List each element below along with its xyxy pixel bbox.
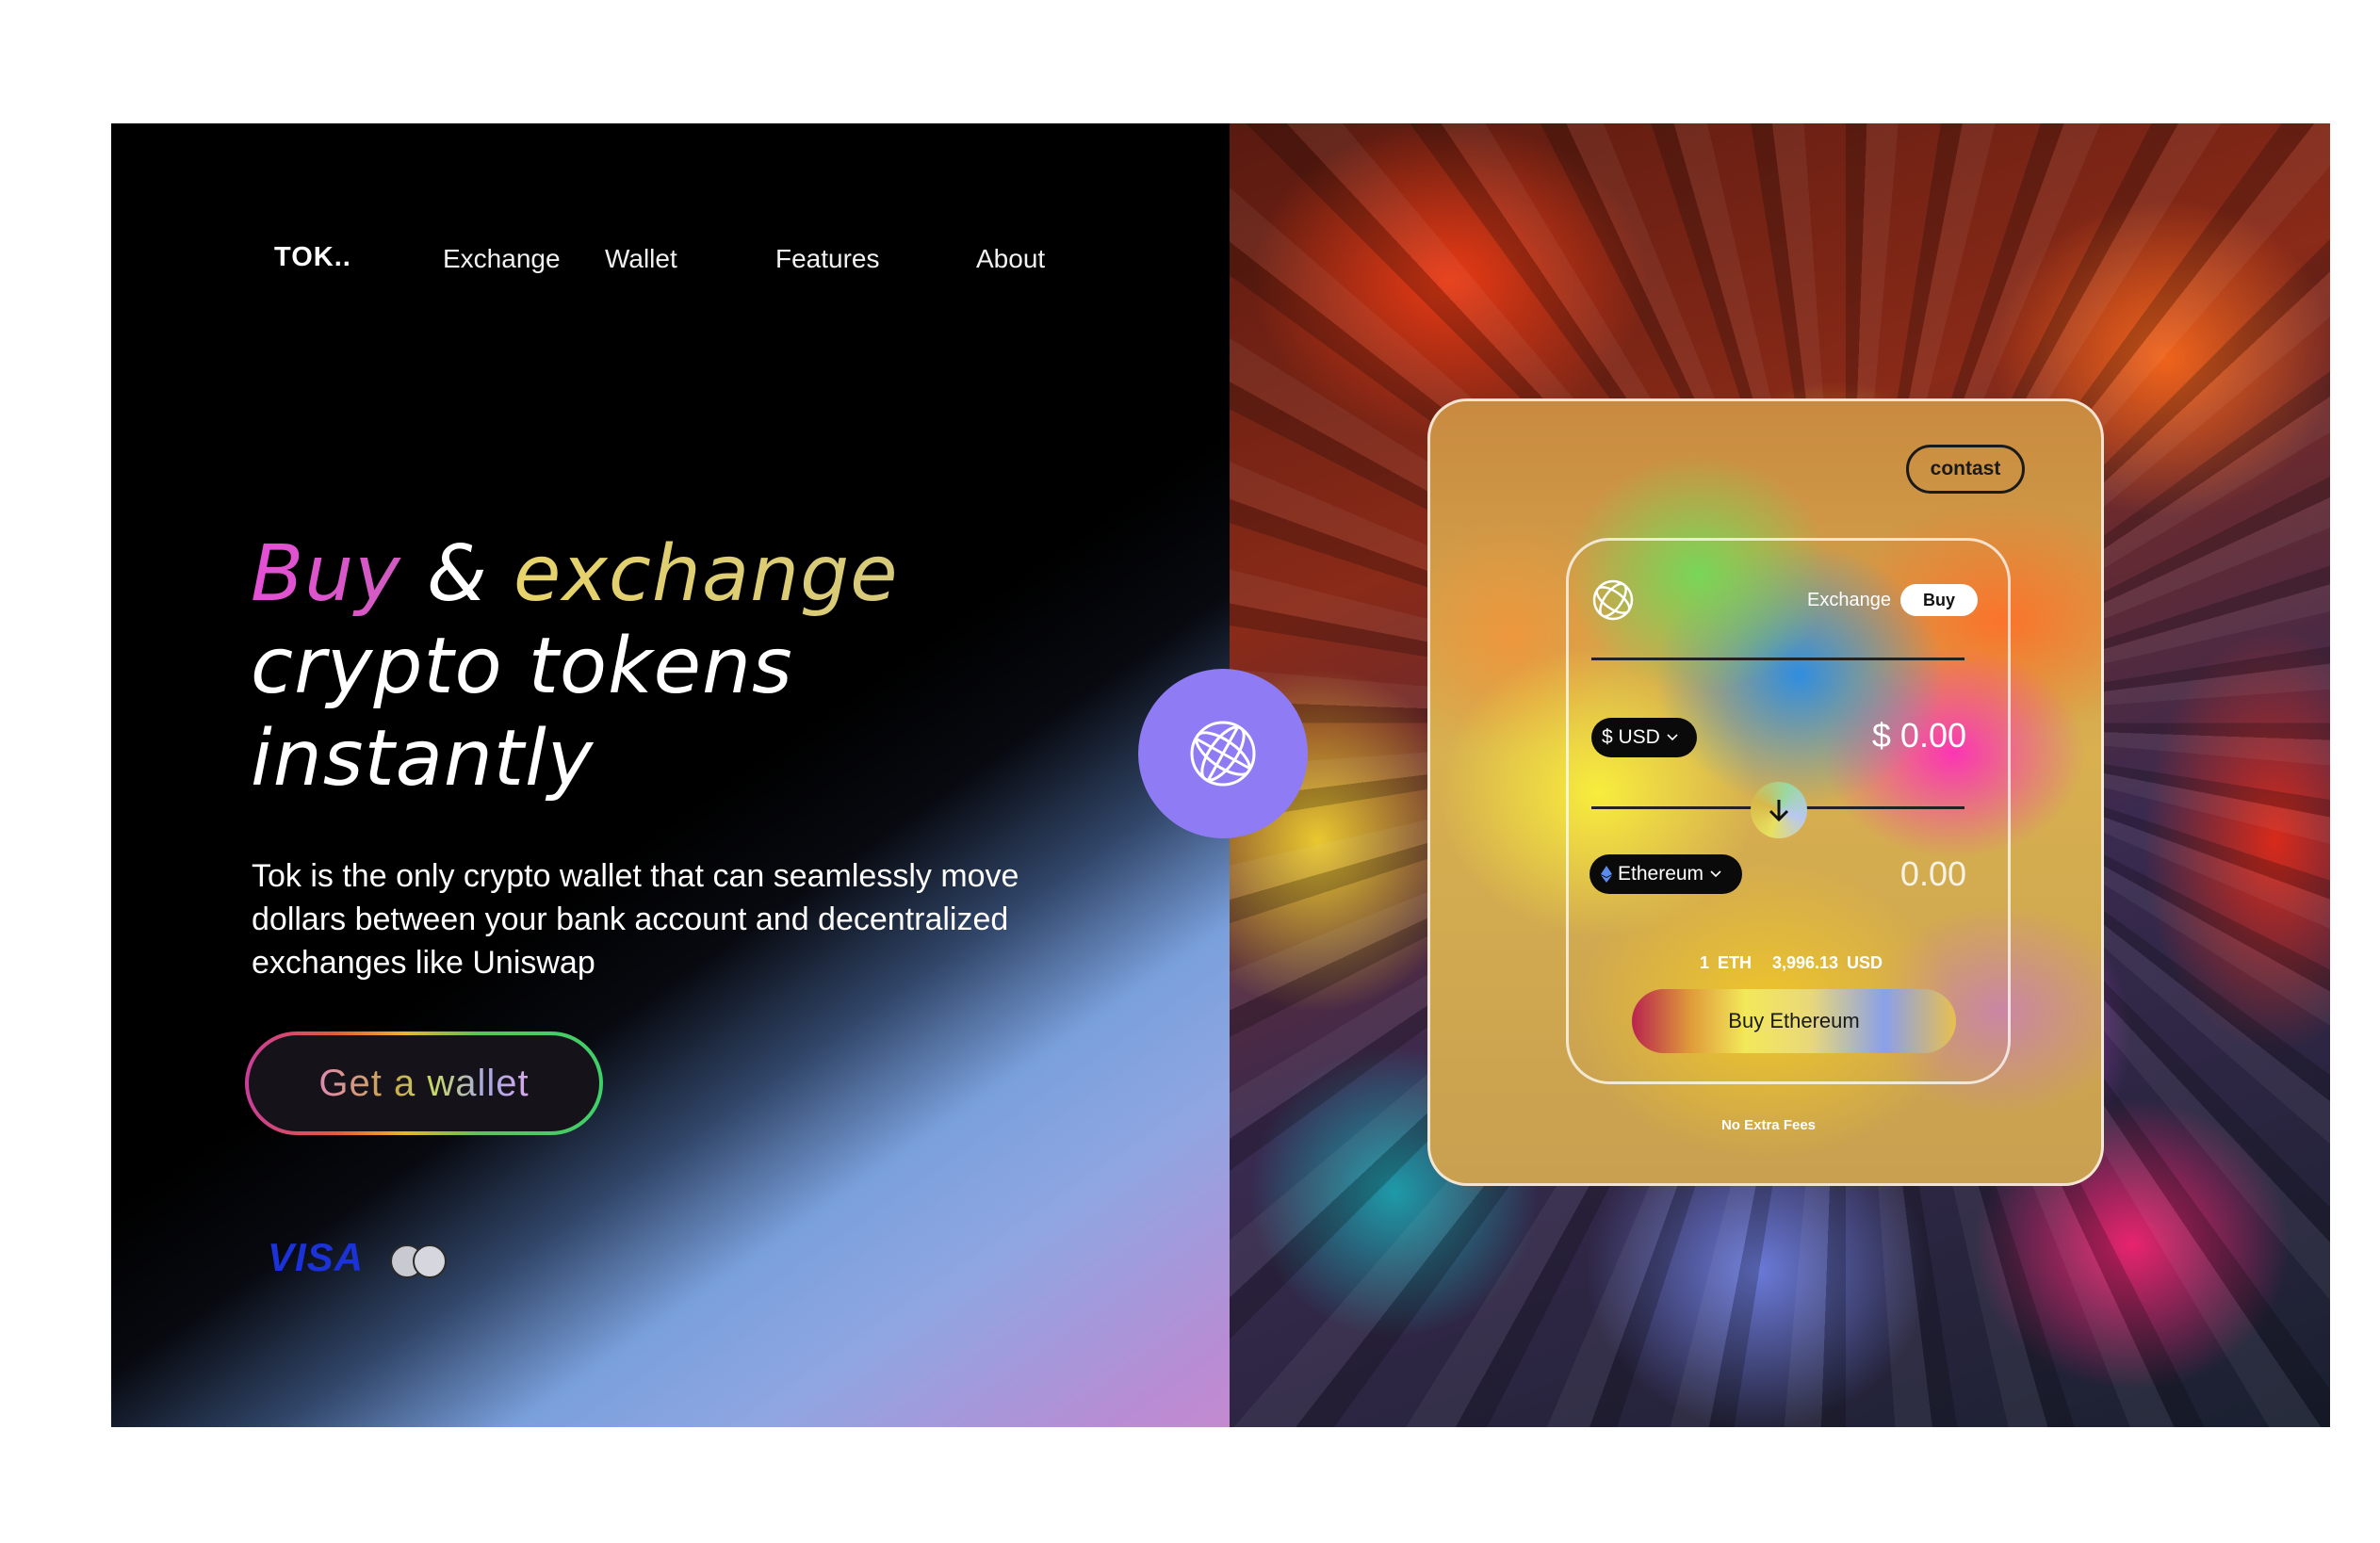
chevron-down-icon <box>1710 870 1721 878</box>
chevron-down-icon <box>1667 734 1678 741</box>
headline-buy: Buy <box>251 529 401 619</box>
amount-from-input[interactable]: $ 0.00 <box>1851 716 1966 755</box>
currency-from-label: $ USD <box>1602 726 1660 748</box>
headline-line-2: crypto tokens <box>251 622 793 711</box>
get-wallet-button[interactable]: Get a wallet <box>245 1031 603 1135</box>
tab-exchange[interactable]: Exchange <box>1807 590 1891 611</box>
logo[interactable]: TOK.. <box>274 242 351 273</box>
buy-widget-card: contast Exchange Buy $ USD $ 0.00 Ethere… <box>1427 398 2104 1186</box>
nav-link-wallet[interactable]: Wallet <box>605 244 677 274</box>
rate-usd: 3,996.13 USD <box>1771 953 1883 972</box>
tab-buy[interactable]: Buy <box>1900 584 1978 616</box>
nav-link-exchange[interactable]: Exchange <box>443 244 561 274</box>
rate-eth: 1 ETH <box>1699 953 1752 972</box>
globe-icon-small <box>1592 579 1634 621</box>
exchange-rate: 1 ETH 3,996.13 USD <box>1569 953 2013 973</box>
buy-ethereum-button[interactable]: Buy Ethereum <box>1632 989 1956 1053</box>
get-wallet-label: Get a wallet <box>318 1062 530 1104</box>
contact-button[interactable]: contast <box>1906 445 2025 494</box>
headline-amp: & <box>400 529 513 619</box>
ethereum-icon <box>1601 866 1612 883</box>
divider-top <box>1591 658 1964 660</box>
headline-exchange: exchange <box>513 529 899 619</box>
buy-form: Exchange Buy $ USD $ 0.00 Ethereum 0.00 … <box>1566 538 2011 1084</box>
amount-to-input[interactable]: 0.00 <box>1851 854 1966 894</box>
hero-description: Tok is the only crypto wallet that can s… <box>252 858 1019 981</box>
currency-to-label: Ethereum <box>1618 863 1704 885</box>
hero-headline: Buy & exchange crypto tokens instantly <box>251 528 1099 805</box>
get-wallet-button-inner[interactable]: Get a wallet <box>249 1035 599 1131</box>
top-nav: TOK.. Exchange Wallet Features About <box>111 236 1230 293</box>
hero-panel: TOK.. Exchange Wallet Features About Buy… <box>111 123 1230 1427</box>
currency-from-select[interactable]: $ USD <box>1591 718 1697 757</box>
swap-button[interactable] <box>1751 782 1807 838</box>
currency-to-select[interactable]: Ethereum <box>1589 854 1742 894</box>
headline-line-1: Buy & exchange <box>251 528 1099 621</box>
nav-link-features[interactable]: Features <box>775 244 880 274</box>
nav-link-about[interactable]: About <box>976 244 1045 274</box>
globe-icon <box>1190 721 1256 787</box>
fees-note: No Extra Fees <box>1720 1117 1817 1133</box>
globe-orb[interactable] <box>1138 669 1308 838</box>
arrow-down-icon <box>1769 800 1789 822</box>
mastercard-circle-right <box>413 1244 447 1278</box>
visa-logo: VISA <box>268 1235 365 1279</box>
headline-line-3: instantly <box>251 714 595 804</box>
mastercard-icon <box>390 1244 450 1278</box>
